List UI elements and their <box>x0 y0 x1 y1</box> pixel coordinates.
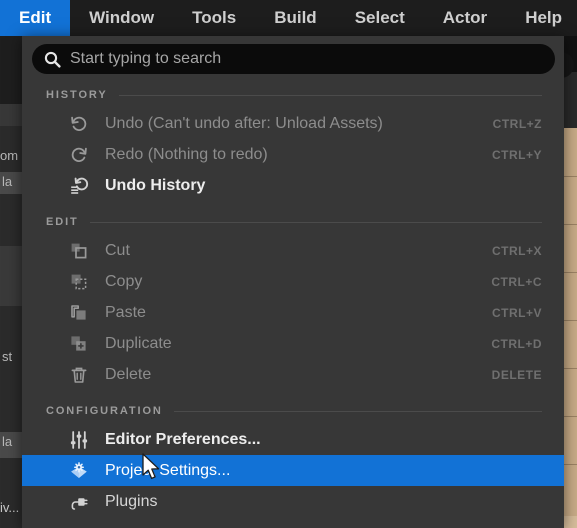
background-left-label: la <box>2 434 13 449</box>
menu-search-row <box>22 44 564 74</box>
menubar-item-label: Tools <box>192 8 237 27</box>
menu-item-label: Plugins <box>105 492 158 510</box>
redo-icon <box>66 145 92 165</box>
menu-section-header-edit: EDIT <box>22 209 564 235</box>
menu-item-paste: Paste CTRL+V <box>22 297 564 328</box>
menu-item-label: Project Settings... <box>105 461 231 479</box>
menu-item-plugins[interactable]: Plugins <box>22 486 564 517</box>
background-tan-divider <box>564 320 577 321</box>
undo-history-icon <box>66 176 92 196</box>
menu-section-label: HISTORY <box>46 89 108 101</box>
background-left-label: om <box>0 148 19 163</box>
background-left-dark-strip <box>0 36 24 108</box>
menu-item-accelerator: CTRL+Z <box>492 116 542 131</box>
menubar-item-build[interactable]: Build <box>255 0 336 36</box>
menu-item-label: Editor Preferences... <box>105 430 261 448</box>
menu-item-editor-preferences[interactable]: Editor Preferences... <box>22 424 564 455</box>
delete-icon <box>66 365 92 385</box>
project-settings-icon <box>66 461 92 481</box>
menu-section-divider <box>118 94 542 96</box>
menu-item-delete: Delete DELETE <box>22 359 564 390</box>
menu-item-duplicate: Duplicate CTRL+D <box>22 328 564 359</box>
copy-icon <box>66 272 92 292</box>
menu-item-copy: Copy CTRL+C <box>22 266 564 297</box>
menu-section-label: CONFIGURATION <box>46 405 163 417</box>
menu-sections: HISTORY Undo (Can't undo after: Unload As… <box>22 82 564 517</box>
menu-item-accelerator: CTRL+X <box>491 243 542 258</box>
paste-icon <box>66 303 92 323</box>
cut-icon <box>66 241 92 261</box>
background-left-row <box>0 104 24 126</box>
menu-item-label: Delete <box>105 365 152 383</box>
menubar-item-label: Window <box>89 8 155 27</box>
menu-item-accelerator: CTRL+D <box>491 336 542 351</box>
menu-item-label: Cut <box>105 241 130 259</box>
menubar-item-tools[interactable]: Tools <box>173 0 255 36</box>
background-left-row <box>0 246 24 306</box>
background-tan-divider <box>564 416 577 417</box>
menu-item-redo-nothing-to-redo: Redo (Nothing to redo) CTRL+Y <box>22 139 564 170</box>
menu-item-accelerator: CTRL+V <box>491 305 542 320</box>
menu-section-header-history: HISTORY <box>22 82 564 108</box>
menu-item-label: Paste <box>105 303 146 321</box>
menu-item-undo-history[interactable]: Undo History <box>22 170 564 201</box>
background-tan-panel <box>564 128 577 528</box>
menu-item-label: Redo (Nothing to redo) <box>105 145 268 163</box>
menu-section-divider <box>173 410 542 412</box>
menubar-item-help[interactable]: Help <box>506 0 577 36</box>
background-tan-divider <box>564 368 577 369</box>
menu-item-project-settings[interactable]: Project Settings... <box>22 455 564 486</box>
menu-item-label: Duplicate <box>105 334 172 352</box>
menu-item-undo-can-t-undo-after-unload-assets: Undo (Can't undo after: Unload Assets) CT… <box>22 108 564 139</box>
background-left-label: la <box>2 174 13 189</box>
edit-menu-dropdown: HISTORY Undo (Can't undo after: Unload As… <box>22 36 564 528</box>
menubar-item-window[interactable]: Window <box>70 0 173 36</box>
plug-icon <box>66 492 92 512</box>
menu-item-accelerator: CTRL+Y <box>491 147 542 162</box>
menubar-item-label: Select <box>354 8 405 27</box>
menu-item-label: Undo History <box>105 176 206 194</box>
undo-icon <box>66 114 92 134</box>
menu-item-accelerator: DELETE <box>491 367 542 382</box>
menu-item-label: Copy <box>105 272 143 290</box>
background-tan-divider <box>564 272 577 273</box>
menu-item-accelerator: CTRL+C <box>491 274 542 289</box>
menubar-item-label: Actor <box>442 8 488 27</box>
background-tan-divider <box>564 176 577 177</box>
background-tan-divider <box>564 464 577 465</box>
menubar-item-edit[interactable]: Edit <box>0 0 71 36</box>
menu-item-cut: Cut CTRL+X <box>22 235 564 266</box>
menubar-item-actor[interactable]: Actor <box>424 0 506 36</box>
menu-section-label: EDIT <box>46 216 79 228</box>
search-input[interactable] <box>70 50 543 68</box>
menu-section-header-configuration: CONFIGURATION <box>22 398 564 424</box>
menu-item-label: Undo (Can't undo after: Unload Assets) <box>105 114 383 132</box>
search-icon <box>44 51 61 68</box>
search-box[interactable] <box>32 44 555 74</box>
menu-section-divider <box>89 221 542 223</box>
menubar-item-label: Edit <box>19 8 52 27</box>
menu-bar: Edit Window Tools Build Select Actor Help <box>0 0 577 36</box>
background-tan-divider <box>564 224 577 225</box>
menubar-item-select[interactable]: Select <box>336 0 424 36</box>
background-left-label: st <box>2 349 13 364</box>
duplicate-icon <box>66 334 92 354</box>
menubar-item-label: Build <box>274 8 317 27</box>
menubar-item-label: Help <box>525 8 563 27</box>
sliders-icon <box>66 430 92 450</box>
